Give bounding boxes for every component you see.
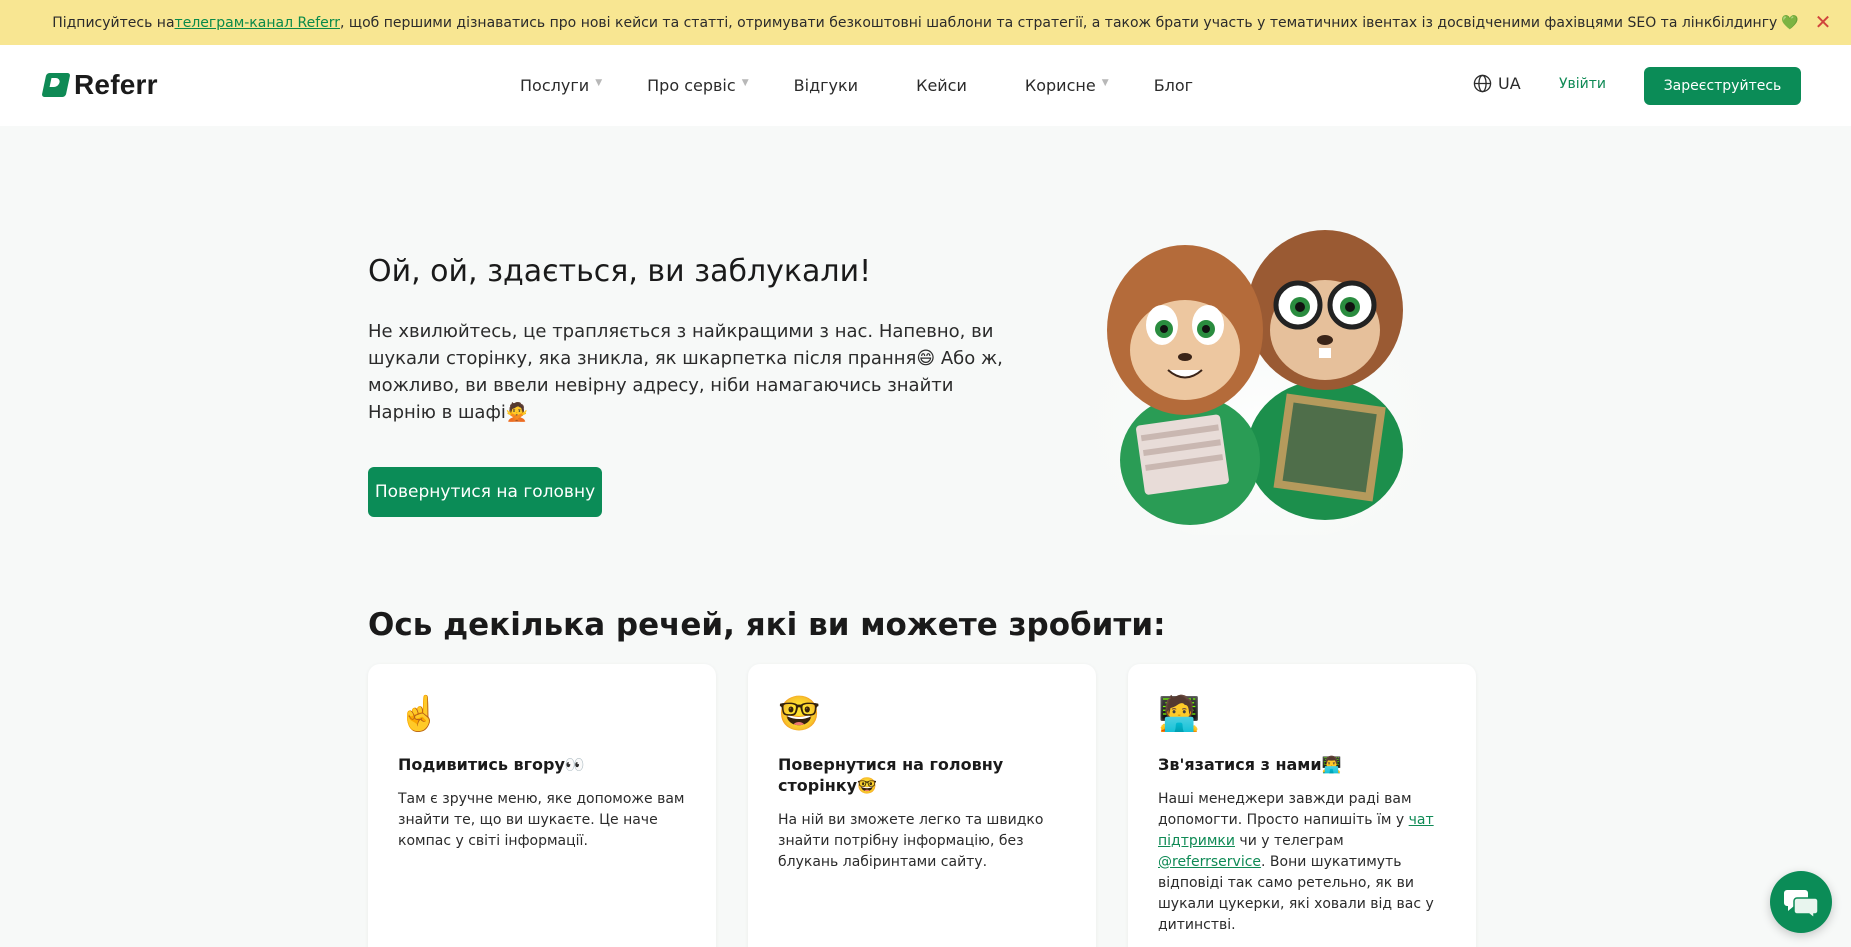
card-text: Там є зручне меню, яке допоможе вам знай… [398,791,685,849]
hero-description: Не хвилюйтесь, це трапляється з найкращи… [368,321,1003,423]
site-header: Referr Послуги ▼ Про сервіс ▼ Відгуки Ке… [0,45,1851,126]
page-title: Ой, ой, здається, ви заблукали! [368,254,872,289]
banner-text-before: Підписуйтесь на [52,14,175,31]
logo-text: Referr [74,69,158,100]
chevron-down-icon: ▼ [741,78,749,88]
nav-item-services[interactable]: Послуги ▼ [520,76,618,95]
card-title: Повернутися на головну сторінку🤓 [778,755,1004,795]
banner-telegram-link[interactable]: телеграм-канал Referr [175,15,340,31]
card-text-part: Наші менеджери завжди раді вам допомогти… [1158,791,1412,828]
chevron-down-icon: ▼ [595,78,603,88]
announcement-banner: Підписуйтесь на телеграм-канал Referr , … [0,0,1851,45]
nav-item-useful[interactable]: Корисне ▼ [1025,76,1125,95]
technologist-icon: 🧑‍💻 [1158,694,1201,734]
close-icon[interactable]: ✕ [1811,10,1835,34]
section-title: Ось декілька речей, які ви можете зробит… [368,607,1166,643]
pointing-up-icon: ☝️ [398,694,441,734]
chat-bubbles-icon [1784,890,1819,918]
language-switcher[interactable]: UA [1473,74,1521,93]
nav-item-about[interactable]: Про сервіс ▼ [647,76,765,95]
signup-button[interactable]: Зареєструйтесь [1644,67,1801,105]
nav-item-label: Кейси [916,76,967,95]
telegram-link[interactable]: @referrservice [1158,854,1261,870]
card-go-home: 🤓 Повернутися на головну сторінку🤓 На ні… [748,664,1096,947]
nav-item-cases[interactable]: Кейси [916,76,967,95]
heart-icon: 💚 [1781,14,1799,31]
nav-item-reviews[interactable]: Відгуки [794,76,858,95]
globe-icon [1473,74,1492,93]
main-nav: Послуги ▼ Про сервіс ▼ Відгуки Кейси Кор… [520,45,1251,126]
card-contact-us: 🧑‍💻 Зв'язатися з нами👨‍💻 Наші менеджери … [1128,664,1476,947]
card-title: Зв'язатися з нами👨‍💻 [1158,755,1342,774]
banner-text-after: , щоб першими дізнаватись про нові кейси… [340,14,1778,31]
chipmunks-illustration [1070,230,1450,535]
language-label: UA [1498,74,1521,93]
logo[interactable]: Referr [41,69,158,101]
nav-item-label: Про сервіс [647,76,736,95]
chat-button[interactable] [1770,871,1832,933]
card-text: Наші менеджери завжди раді вам допомогти… [1158,789,1446,936]
nav-item-blog[interactable]: Блог [1154,76,1193,95]
chevron-down-icon: ▼ [1101,78,1109,88]
nav-item-label: Послуги [520,76,590,95]
card-text-part: чи у телеграм [1234,833,1344,849]
login-link[interactable]: Увійти [1559,76,1606,92]
card-text: На ній ви зможете легко та швидко знайти… [778,812,1044,870]
logo-mark-icon [41,73,71,97]
nav-item-label: Корисне [1024,76,1096,95]
card-look-up: ☝️ Подивитись вгору👀 Там є зручне меню, … [368,664,716,947]
nav-item-label: Відгуки [793,76,859,95]
card-title: Подивитись вгору👀 [398,755,585,774]
nerd-face-icon: 🤓 [778,694,821,734]
nav-item-label: Блог [1153,76,1194,95]
back-home-button[interactable]: Повернутися на головну [368,467,602,517]
